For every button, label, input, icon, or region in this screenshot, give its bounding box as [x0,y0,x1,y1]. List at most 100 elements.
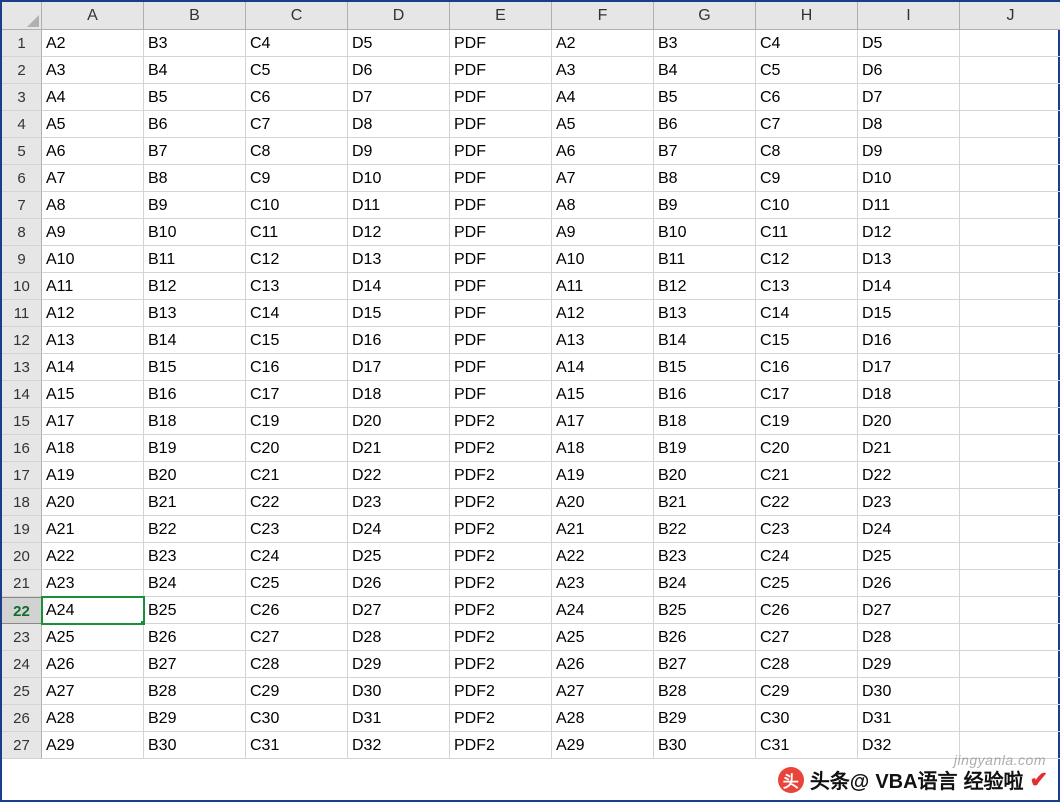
cell[interactable]: B3 [144,30,246,57]
cell[interactable] [960,408,1060,435]
cell[interactable]: D20 [858,408,960,435]
column-header-E[interactable]: E [450,2,552,30]
cell[interactable]: D27 [348,597,450,624]
row-header[interactable]: 5 [2,138,42,165]
cell[interactable]: C19 [246,408,348,435]
cell[interactable]: A20 [552,489,654,516]
cell[interactable]: B11 [144,246,246,273]
cell[interactable]: A15 [42,381,144,408]
cell[interactable] [960,543,1060,570]
column-header-G[interactable]: G [654,2,756,30]
row-header[interactable]: 20 [2,543,42,570]
row-header[interactable]: 13 [2,354,42,381]
cell[interactable] [960,327,1060,354]
cell[interactable]: PDF2 [450,408,552,435]
cell[interactable]: A11 [42,273,144,300]
cell[interactable]: C4 [756,30,858,57]
cell[interactable]: B24 [654,570,756,597]
cell[interactable] [960,192,1060,219]
cell[interactable]: C24 [246,543,348,570]
cell[interactable]: D14 [348,273,450,300]
cell[interactable]: B13 [144,300,246,327]
cell[interactable] [960,246,1060,273]
cell[interactable]: A28 [42,705,144,732]
cell[interactable]: D6 [858,57,960,84]
cell[interactable]: B27 [144,651,246,678]
row-header[interactable]: 6 [2,165,42,192]
cell[interactable]: B22 [144,516,246,543]
cell[interactable]: B5 [654,84,756,111]
cell[interactable]: C5 [756,57,858,84]
cell[interactable]: B16 [654,381,756,408]
cell[interactable] [960,165,1060,192]
cell[interactable]: D13 [348,246,450,273]
cell[interactable]: PDF [450,111,552,138]
row-header[interactable]: 26 [2,705,42,732]
cell[interactable]: D23 [348,489,450,516]
row-header[interactable]: 7 [2,192,42,219]
cell[interactable]: D9 [348,138,450,165]
cell[interactable]: C17 [756,381,858,408]
cell[interactable]: A2 [42,30,144,57]
row-header[interactable]: 10 [2,273,42,300]
cell[interactable]: B29 [654,705,756,732]
cell[interactable]: PDF [450,30,552,57]
cell[interactable] [960,624,1060,651]
cell[interactable]: B30 [144,732,246,759]
cell[interactable]: A29 [552,732,654,759]
cell[interactable]: C23 [756,516,858,543]
cell[interactable]: C27 [756,624,858,651]
column-header-H[interactable]: H [756,2,858,30]
cell[interactable]: D8 [348,111,450,138]
cell[interactable]: A8 [552,192,654,219]
cell[interactable]: C29 [246,678,348,705]
cell[interactable] [960,678,1060,705]
cell[interactable] [960,219,1060,246]
cell[interactable]: B25 [654,597,756,624]
cell[interactable]: C14 [756,300,858,327]
cell[interactable]: D31 [348,705,450,732]
cell[interactable]: C26 [756,597,858,624]
cell[interactable]: B26 [144,624,246,651]
cell[interactable]: A22 [552,543,654,570]
cell[interactable]: C11 [756,219,858,246]
cell[interactable]: B24 [144,570,246,597]
cell[interactable] [960,651,1060,678]
cell[interactable]: D6 [348,57,450,84]
cell[interactable] [960,570,1060,597]
cell[interactable]: B6 [144,111,246,138]
cell[interactable]: B11 [654,246,756,273]
row-header[interactable]: 12 [2,327,42,354]
cell[interactable]: C13 [246,273,348,300]
cell[interactable]: D22 [858,462,960,489]
cell[interactable]: C14 [246,300,348,327]
cell[interactable]: A27 [42,678,144,705]
cell[interactable]: A2 [552,30,654,57]
spreadsheet-grid[interactable]: ABCDEFGHIJ1A2B3C4D5PDFA2B3C4D52A3B4C5D6P… [2,2,1058,759]
cell[interactable]: C4 [246,30,348,57]
cell[interactable]: D7 [858,84,960,111]
cell[interactable]: PDF2 [450,543,552,570]
row-header[interactable]: 19 [2,516,42,543]
cell[interactable]: D30 [858,678,960,705]
cell[interactable]: PDF [450,327,552,354]
cell[interactable]: B20 [654,462,756,489]
cell[interactable]: A14 [552,354,654,381]
cell[interactable] [960,30,1060,57]
cell[interactable]: PDF [450,273,552,300]
cell[interactable]: D27 [858,597,960,624]
cell[interactable]: A7 [42,165,144,192]
cell[interactable]: B15 [654,354,756,381]
cell[interactable]: C8 [756,138,858,165]
cell[interactable]: PDF [450,57,552,84]
cell[interactable]: A10 [42,246,144,273]
cell[interactable]: A12 [42,300,144,327]
cell[interactable] [960,57,1060,84]
cell[interactable]: B27 [654,651,756,678]
cell[interactable] [960,489,1060,516]
cell[interactable]: PDF [450,300,552,327]
cell[interactable]: D10 [858,165,960,192]
cell[interactable]: C9 [756,165,858,192]
cell[interactable]: C28 [756,651,858,678]
cell[interactable]: A26 [42,651,144,678]
